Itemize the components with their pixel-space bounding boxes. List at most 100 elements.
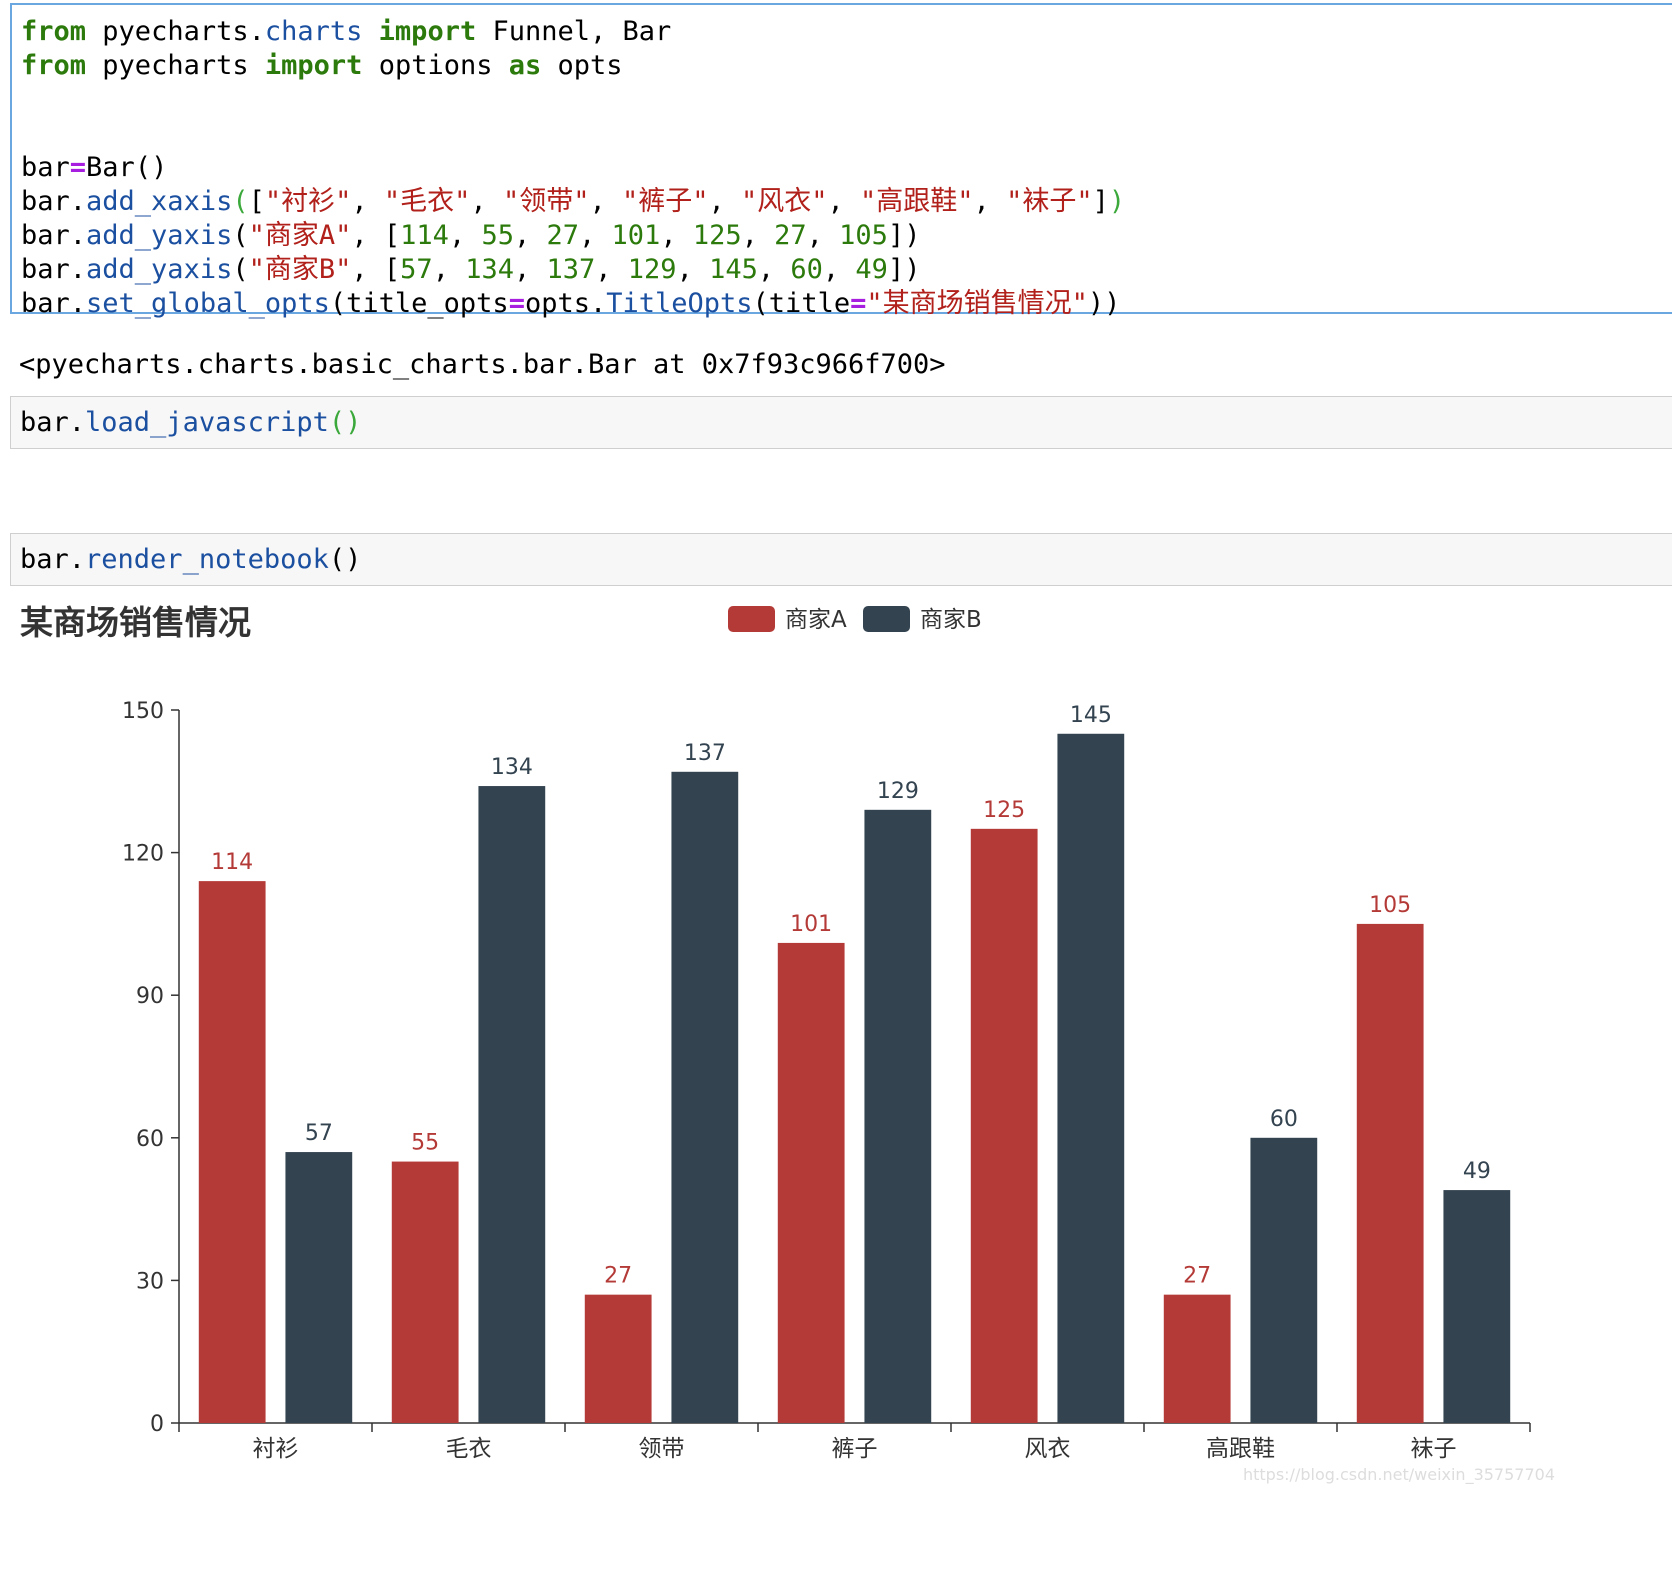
bar bbox=[1443, 1190, 1511, 1423]
code-token: add_xaxis bbox=[86, 186, 233, 217]
chart-bars: 114 55 27 101 125 27 105 57 134 137 129 145 60 49 bbox=[198, 703, 1511, 1423]
bar bbox=[198, 881, 266, 1423]
code-line: bar.add_yaxis("商家A", [114, 55, 27, 101, … bbox=[21, 219, 1672, 253]
code-token: bar. bbox=[21, 220, 87, 251]
code-line: bar.render_notebook() bbox=[20, 543, 1672, 577]
bar bbox=[1250, 1137, 1318, 1423]
code-token: pyecharts bbox=[102, 50, 249, 81]
y-tick-label: 90 bbox=[136, 984, 164, 1009]
y-tick-label: 120 bbox=[122, 842, 164, 867]
legend-label: 商家B bbox=[920, 607, 982, 633]
code-token: , [ bbox=[351, 220, 401, 251]
bar bbox=[478, 786, 546, 1423]
x-tick-label: 衬衫 bbox=[253, 1436, 299, 1462]
code-token: , bbox=[741, 220, 775, 251]
x-tick-label: 领带 bbox=[639, 1436, 685, 1462]
code-token: add_yaxis bbox=[86, 254, 233, 285]
bar bbox=[1163, 1294, 1231, 1423]
x-tick-label: 裤子 bbox=[832, 1436, 878, 1462]
x-tick-label: 风衣 bbox=[1025, 1436, 1071, 1462]
code-token: 57 bbox=[400, 254, 433, 285]
code-token: set_global_opts bbox=[86, 288, 330, 319]
code-token: ] bbox=[1092, 186, 1109, 217]
code-cell-3-source[interactable]: bar.render_notebook() bbox=[11, 534, 1672, 577]
bar bbox=[285, 1152, 353, 1423]
code-token: "风衣" bbox=[741, 186, 828, 217]
code-token: render_notebook bbox=[85, 544, 329, 575]
legend-swatch bbox=[728, 606, 775, 632]
code-token: , bbox=[822, 254, 856, 285]
code-cell-2-source[interactable]: bar.load_javascript() bbox=[11, 397, 1672, 440]
code-token: from bbox=[21, 16, 87, 47]
code-line: bar.add_yaxis("商家B", [57, 134, 137, 129,… bbox=[21, 253, 1672, 287]
code-token: 27 bbox=[546, 220, 580, 251]
code-token: "商家A" bbox=[248, 220, 352, 251]
code-token: , bbox=[676, 254, 710, 285]
code-token: import bbox=[378, 16, 477, 47]
chart-legend[interactable]: 商家A 商家B bbox=[728, 606, 982, 633]
bar-data-label: 27 bbox=[604, 1264, 632, 1289]
bar-data-label: 137 bbox=[684, 741, 726, 766]
code-cell-1-source[interactable]: from pyecharts.charts import Funnel, Bar… bbox=[12, 5, 1672, 321]
bar bbox=[584, 1294, 652, 1423]
code-token: 101 bbox=[611, 220, 661, 251]
y-tick-label: 0 bbox=[150, 1412, 164, 1437]
code-token: 49 bbox=[855, 254, 888, 285]
code-token: ( bbox=[232, 254, 249, 285]
code-token: 60 bbox=[790, 254, 823, 285]
watermark: https://blog.csdn.net/weixin_35757704 bbox=[1243, 1465, 1555, 1485]
code-token: , bbox=[513, 220, 547, 251]
code-cell-3[interactable]: bar.render_notebook() bbox=[10, 533, 1672, 586]
code-token: as bbox=[508, 50, 542, 81]
code-token: ( bbox=[232, 220, 249, 251]
bar bbox=[777, 942, 845, 1423]
code-token: "裤子" bbox=[621, 186, 709, 217]
bar-data-label: 129 bbox=[877, 779, 919, 804]
bar-data-label: 125 bbox=[983, 798, 1025, 823]
code-token: bar. bbox=[21, 186, 87, 217]
code-token: )) bbox=[1087, 288, 1121, 319]
code-token: , bbox=[973, 186, 1007, 217]
code-token: bar. bbox=[20, 544, 86, 575]
bar-data-label: 57 bbox=[305, 1121, 333, 1146]
code-token: opts. bbox=[524, 288, 607, 319]
code-token: "毛衣" bbox=[383, 186, 471, 217]
chart-title: 某商场销售情况 bbox=[20, 603, 251, 642]
x-tick-label: 毛衣 bbox=[446, 1436, 492, 1462]
x-tick-label: 高跟鞋 bbox=[1206, 1436, 1275, 1462]
code-token: , bbox=[660, 220, 693, 251]
code-token: ]) bbox=[887, 220, 921, 251]
code-token: , bbox=[470, 186, 503, 217]
code-token: , bbox=[579, 220, 612, 251]
code-token: ) bbox=[1108, 186, 1126, 217]
code-token: "袜子" bbox=[1006, 186, 1093, 217]
code-token: , bbox=[827, 186, 861, 217]
code-token: "商家B" bbox=[248, 254, 352, 285]
code-token: from bbox=[21, 50, 87, 81]
code-cell-2[interactable]: bar.load_javascript() bbox=[10, 396, 1672, 449]
code-token: bar. bbox=[20, 407, 86, 438]
bar-data-label: 114 bbox=[211, 850, 253, 875]
chart-axes: 0 30 60 90 120 150 衬衫 毛衣 领带 裤子 风衣 高跟鞋 袜子 bbox=[122, 699, 1531, 1462]
bar-data-label: 55 bbox=[411, 1131, 439, 1156]
code-token: Funnel, Bar bbox=[492, 16, 672, 47]
bar bbox=[970, 828, 1038, 1423]
code-token: , [ bbox=[351, 254, 401, 285]
code-token: (title bbox=[752, 288, 851, 319]
y-tick-label: 30 bbox=[136, 1269, 164, 1294]
code-token: , bbox=[513, 254, 547, 285]
code-token: = bbox=[508, 288, 525, 319]
code-token: bar. bbox=[21, 254, 87, 285]
code-token: = bbox=[69, 152, 87, 183]
code-token: opts bbox=[557, 50, 623, 81]
code-cell-1[interactable]: from pyecharts.charts import Funnel, Bar… bbox=[10, 3, 1672, 319]
code-token: 55 bbox=[481, 220, 514, 251]
code-line: bar.load_javascript() bbox=[20, 406, 1672, 440]
bar-data-label: 101 bbox=[790, 912, 832, 937]
code-line: bar=Bar() bbox=[21, 151, 1672, 185]
bar-data-label: 134 bbox=[491, 755, 533, 780]
code-token: "领带" bbox=[502, 186, 590, 217]
code-token: options bbox=[378, 50, 493, 81]
code-token: () bbox=[328, 407, 362, 438]
code-line: bar.set_global_opts(title_opts=opts.Titl… bbox=[21, 287, 1672, 321]
